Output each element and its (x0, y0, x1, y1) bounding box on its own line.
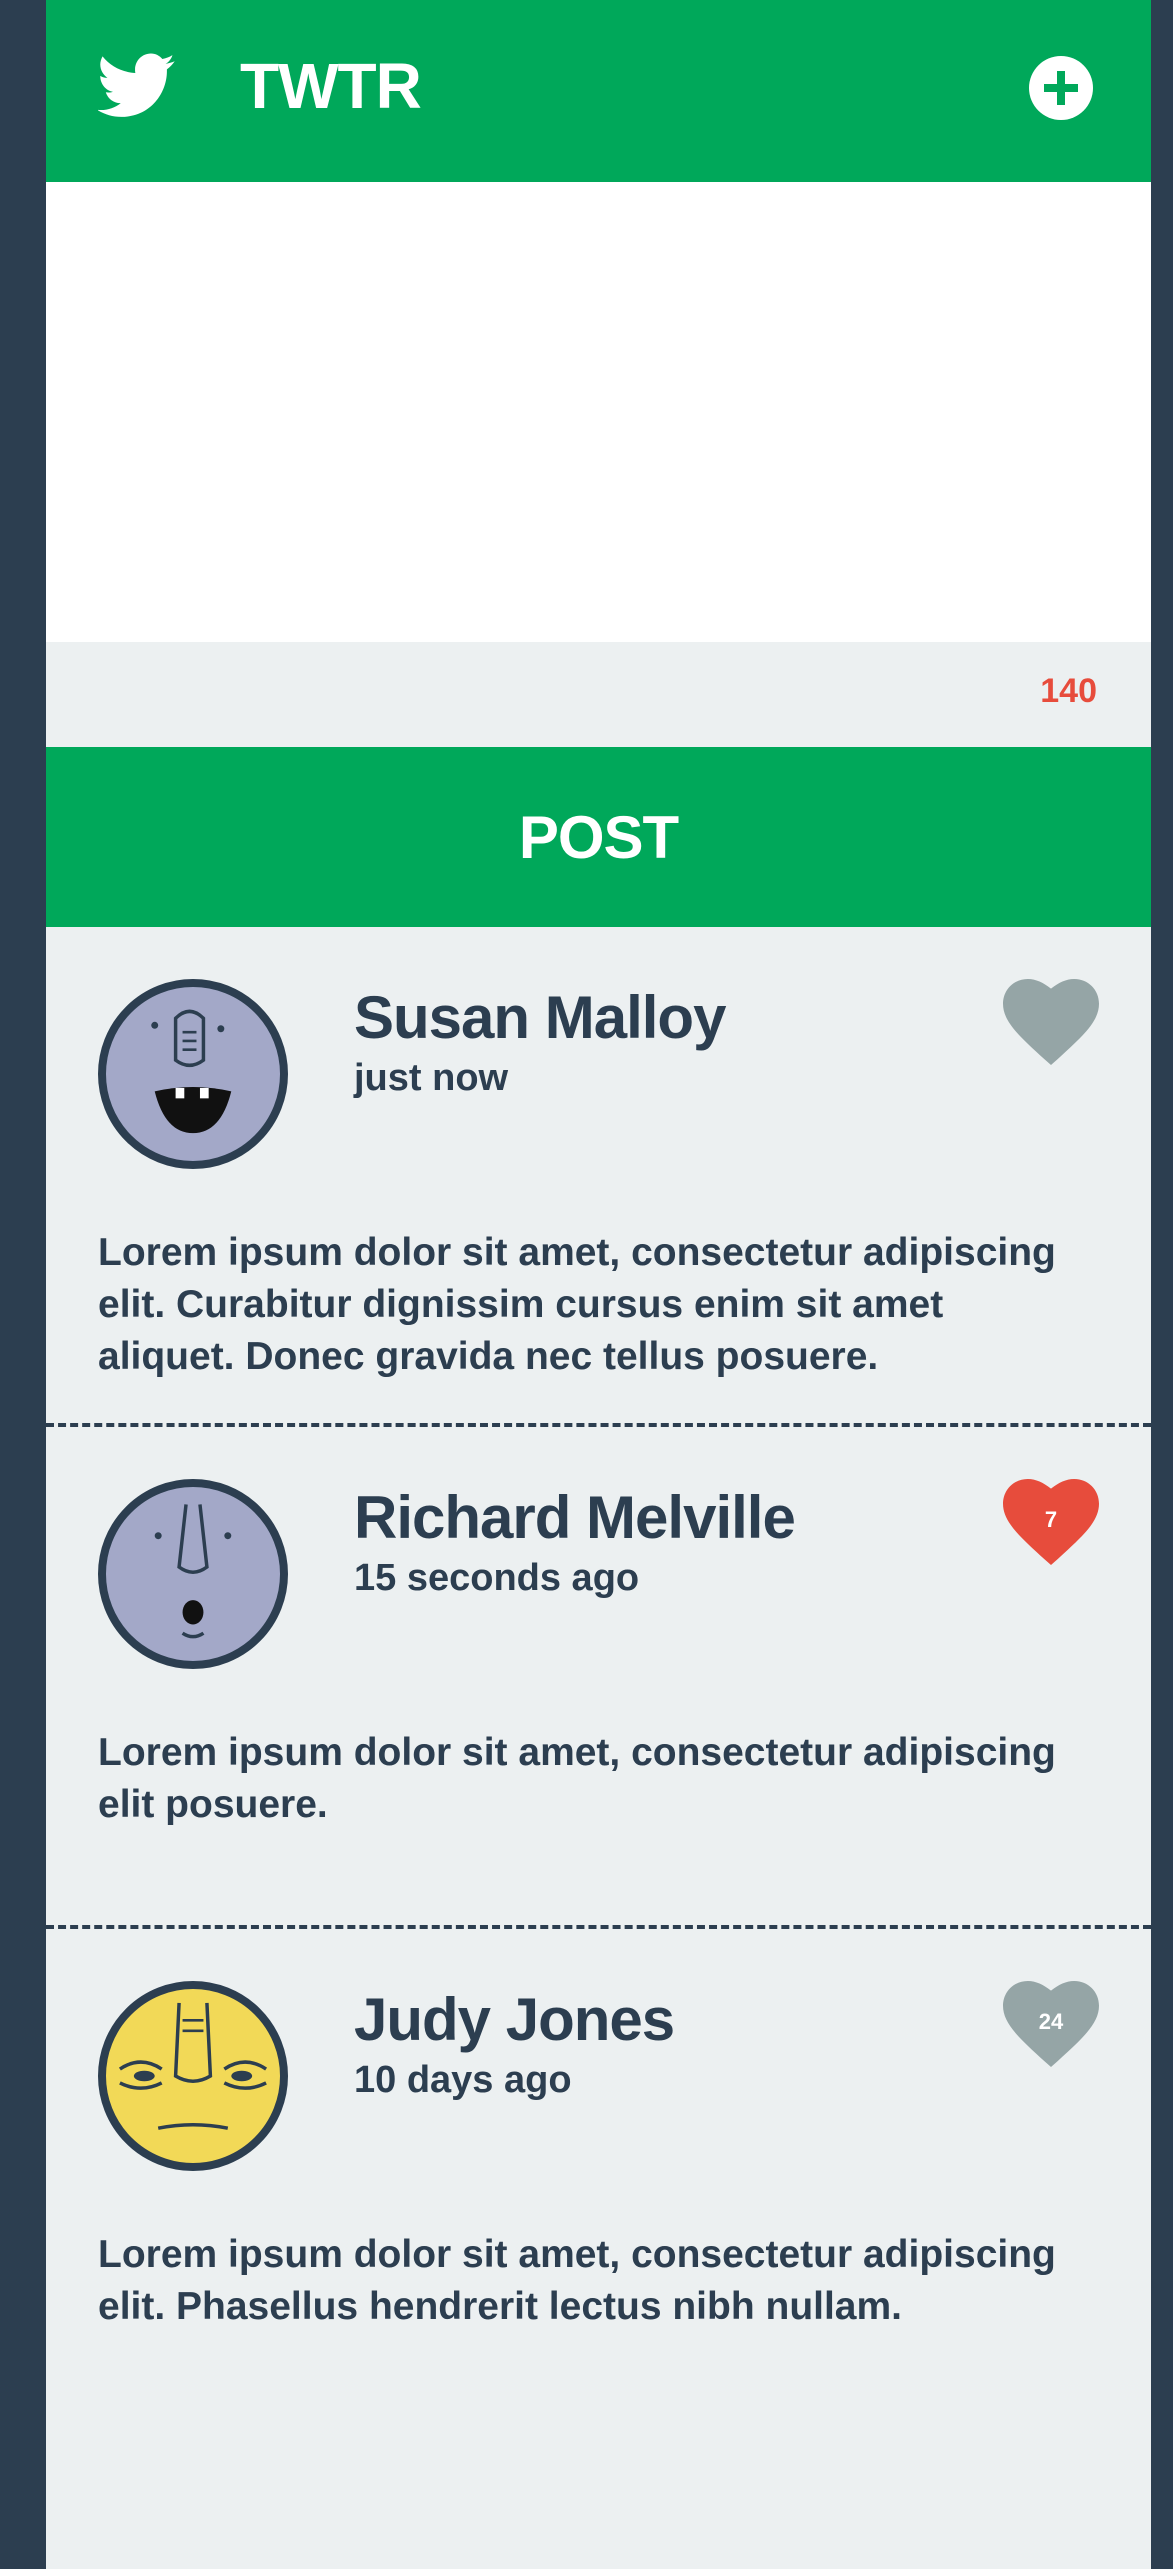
tweet-item: Susan Malloy just now Lorem ipsum dolor … (46, 927, 1151, 1427)
add-button[interactable] (1029, 56, 1093, 120)
char-counter: 140 (1040, 672, 1097, 710)
counter-bar: 140 (46, 642, 1151, 747)
header: TWTR (46, 0, 1151, 182)
tweet-timestamp: 10 days ago (354, 2059, 572, 2101)
tweet-author[interactable]: Richard Melville (354, 1483, 796, 1552)
compose-input[interactable] (46, 182, 1151, 642)
tweet-timestamp: 15 seconds ago (354, 1557, 640, 1599)
tweet-text: Lorem ipsum dolor sit amet, consectetur … (98, 1231, 1056, 1378)
purple-face-avatar[interactable] (98, 979, 288, 1169)
tweet-author[interactable]: Susan Malloy (354, 983, 726, 1052)
post-button[interactable]: POST (46, 747, 1151, 927)
yellow-face-avatar[interactable] (98, 1981, 288, 2171)
like-count: 24 (1038, 2009, 1064, 2034)
tweet-author[interactable]: Judy Jones (354, 1985, 675, 2054)
like-count: 7 (1044, 1507, 1058, 1532)
heart-icon[interactable]: 24 (1003, 1981, 1099, 2069)
tweet-item: Judy Jones 10 days ago 24 Lorem ipsum do… (46, 1929, 1151, 2429)
twitter-bird-icon (98, 53, 175, 117)
tweet-text: Lorem ipsum dolor sit amet, consectetur … (98, 2233, 1056, 2328)
heart-icon[interactable] (1003, 979, 1099, 1067)
app-container: TWTR 140 POST Susan Malloy just now Lore… (46, 0, 1151, 2569)
app-title: TWTR (240, 50, 422, 122)
tweet-item: Richard Melville 15 seconds ago 7 Lorem … (46, 1427, 1151, 1929)
purple-face-avatar[interactable] (98, 1479, 288, 1669)
tweet-text: Lorem ipsum dolor sit amet, consectetur … (98, 1731, 1056, 1826)
heart-icon[interactable]: 7 (1003, 1479, 1099, 1567)
tweet-feed: Susan Malloy just now Lorem ipsum dolor … (46, 927, 1151, 2429)
tweet-timestamp: just now (354, 1057, 509, 1099)
